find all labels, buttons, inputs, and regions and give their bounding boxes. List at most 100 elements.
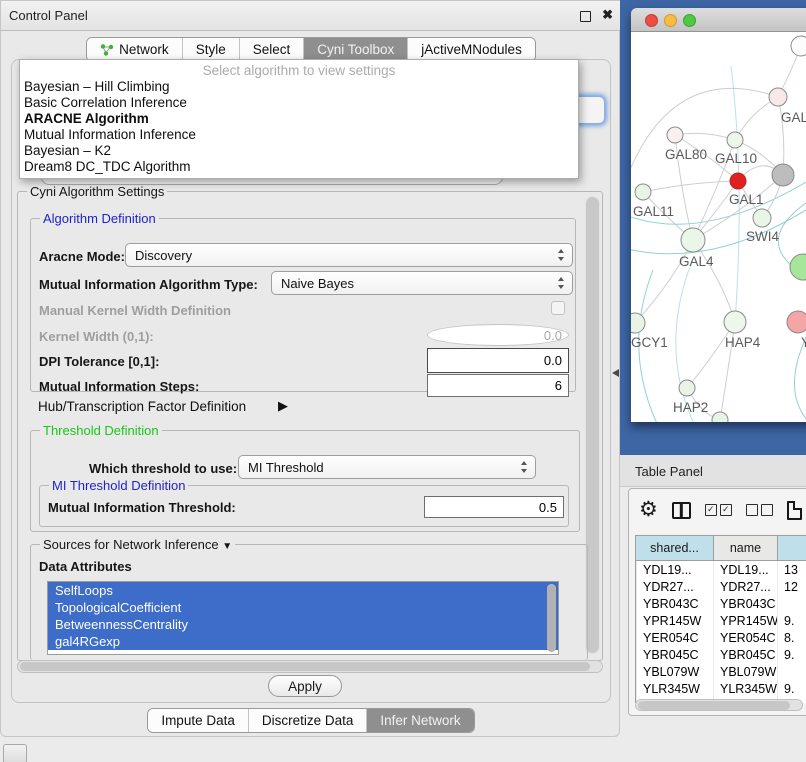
network-node-gal[interactable] xyxy=(769,88,787,106)
attribute-item-selected[interactable]: TopologicalCoefficient xyxy=(48,599,558,616)
node-table: shared... name A YDL19...YDL19...13 YDR2… xyxy=(635,535,806,703)
deselect-all-icon[interactable] xyxy=(746,504,773,516)
table-horizontal-scrollbar[interactable] xyxy=(635,699,803,711)
which-threshold-combo[interactable]: MI Threshold xyxy=(238,455,536,479)
manual-kernel-checkbox[interactable] xyxy=(551,301,565,315)
network-node[interactable] xyxy=(791,36,806,56)
tab-cyni-toolbox[interactable]: Cyni Toolbox xyxy=(303,38,407,61)
attribute-item-selected[interactable]: BetweennessCentrality xyxy=(48,616,558,633)
table-row[interactable]: YBL079WYBL079W xyxy=(637,663,806,680)
table-row[interactable]: YDL19...YDL19...13 xyxy=(637,561,806,578)
network-node-hap2[interactable] xyxy=(679,380,695,396)
float-panel-icon[interactable] xyxy=(580,11,591,22)
network-node-green[interactable] xyxy=(790,254,806,280)
attribute-list-scrollbar-thumb[interactable] xyxy=(547,584,556,652)
tab-style[interactable]: Style xyxy=(182,38,239,61)
cell-value: 12 xyxy=(778,578,806,595)
collapsed-panel-button[interactable] xyxy=(3,744,27,762)
tab-network-label: Network xyxy=(119,42,169,57)
dropdown-item[interactable]: Bayesian – K2 xyxy=(20,143,578,159)
network-node-gcy1[interactable] xyxy=(631,313,645,333)
table-row[interactable]: YDR27...YDR27...12 xyxy=(637,578,806,595)
table-row[interactable]: YBR045CYBR045C9. xyxy=(637,646,806,663)
cell-shared-name: YPR145W xyxy=(637,612,714,629)
network-node-swi4[interactable] xyxy=(753,209,771,227)
attribute-item-selected[interactable]: SelfLoops xyxy=(48,582,558,599)
close-panel-icon[interactable]: ✖ xyxy=(602,7,613,23)
column-header-partial[interactable]: A xyxy=(778,536,806,561)
cell-shared-name: YBR045C xyxy=(637,646,714,663)
network-node-gal10[interactable] xyxy=(727,132,743,148)
dropdown-item[interactable]: Mutual Information Inference xyxy=(20,127,578,143)
column-header-name[interactable]: name xyxy=(714,536,778,561)
checked-box-icon: ✓ xyxy=(720,504,732,516)
which-threshold-value: MI Threshold xyxy=(248,460,324,475)
hub-definition-toggle[interactable]: Hub/Transcription Factor Definition xyxy=(38,399,246,414)
network-node-pink[interactable] xyxy=(787,311,806,333)
aracne-mode-combo[interactable]: Discovery xyxy=(125,243,573,267)
dropdown-item[interactable]: Bayesian – Hill Climbing xyxy=(20,79,578,95)
node-label: SWI4 xyxy=(746,229,779,244)
gear-icon[interactable]: ⚙ xyxy=(639,499,658,521)
node-label: GAL10 xyxy=(715,151,757,166)
table-row[interactable]: YER054CYER054C8. xyxy=(637,629,806,646)
network-node-hap4[interactable] xyxy=(724,311,746,333)
cell-name: YPR145W xyxy=(714,612,778,629)
sources-collapse-arrow-icon[interactable]: ▼ xyxy=(222,541,232,552)
hub-expand-arrow-icon[interactable]: ▶ xyxy=(278,398,288,414)
network-node-gal1-selected[interactable] xyxy=(730,173,746,189)
attribute-item-selected[interactable]: gal4RGexp xyxy=(48,633,558,650)
tab-impute-data[interactable]: Impute Data xyxy=(148,709,248,732)
window-zoom-button[interactable] xyxy=(683,14,696,27)
apply-button[interactable]: Apply xyxy=(268,675,342,697)
tab-select[interactable]: Select xyxy=(239,38,304,61)
cell-shared-name: YER054C xyxy=(637,629,714,646)
settings-horizontal-scrollbar-thumb[interactable] xyxy=(20,662,590,671)
node-label: GAL1 xyxy=(729,192,764,207)
select-all-icon[interactable]: ✓ ✓ xyxy=(705,504,732,516)
dropdown-item-selected[interactable]: ARACNE Algorithm xyxy=(20,111,578,127)
network-node-gray[interactable] xyxy=(772,164,794,186)
network-node-gal4[interactable] xyxy=(681,228,705,252)
settings-horizontal-scrollbar[interactable] xyxy=(17,660,603,673)
cell-value: 13 xyxy=(778,561,806,578)
table-row[interactable]: YBR043CYBR043C xyxy=(637,595,806,612)
table-row[interactable]: YLR345WYLR345W9. xyxy=(637,680,806,697)
attribute-list-scrollbar[interactable] xyxy=(547,584,556,652)
window-close-button[interactable] xyxy=(645,14,658,27)
tab-infer-network[interactable]: Infer Network xyxy=(366,709,473,732)
column-header-shared-name[interactable]: shared... xyxy=(636,536,714,561)
tab-discretize-data[interactable]: Discretize Data xyxy=(248,709,367,732)
window-minimize-button[interactable] xyxy=(664,14,677,27)
cell-value: 9. xyxy=(778,612,806,629)
network-canvas[interactable]: GAL GAL80 GAL10 GAL1 GAL11 SWI4 GAL4 GCY… xyxy=(631,32,806,422)
dropdown-item[interactable]: Dream8 DC_TDC Algorithm xyxy=(20,159,578,175)
table-horizontal-scrollbar-thumb[interactable] xyxy=(638,701,790,710)
cell-name: YLR345W xyxy=(714,680,778,697)
network-window-titlebar xyxy=(631,8,806,32)
split-columns-icon[interactable] xyxy=(672,502,691,519)
dropdown-item[interactable]: Basic Correlation Inference xyxy=(20,95,578,111)
tab-cyni-toolbox-label: Cyni Toolbox xyxy=(317,42,394,57)
mi-threshold-group-title: MI Threshold Definition xyxy=(49,478,188,493)
aracne-mode-label: Aracne Mode: xyxy=(39,249,125,264)
mi-type-combo[interactable]: Naive Bayes xyxy=(271,271,573,295)
threshold-definition-title: Threshold Definition xyxy=(40,423,162,438)
network-node-bottom[interactable] xyxy=(712,412,728,422)
algorithm-definition-group: Algorithm Definition Aracne Mode: Discov… xyxy=(30,218,576,392)
table-row[interactable]: YPR145WYPR145W9. xyxy=(637,612,806,629)
network-node-gal11[interactable] xyxy=(635,184,651,200)
dpi-tolerance-field[interactable]: 0.0 xyxy=(427,348,569,373)
mi-threshold-field[interactable]: 0.5 xyxy=(424,496,564,518)
dropdown-placeholder: Select algorithm to view settings xyxy=(20,62,578,79)
tab-network[interactable]: Network xyxy=(87,38,182,61)
page-icon[interactable] xyxy=(787,501,802,520)
unchecked-box-icon xyxy=(746,504,758,516)
kernel-width-field[interactable]: 0.0 xyxy=(427,324,569,346)
tab-jactivemnodules[interactable]: jActiveMNodules xyxy=(407,38,535,61)
node-label: GCY1 xyxy=(631,335,668,350)
network-node-gal80[interactable] xyxy=(667,127,683,143)
mi-steps-field[interactable]: 6 xyxy=(427,374,569,397)
control-panel: Control Panel ✖ Network Styl xyxy=(0,0,620,737)
cell-value: 9. xyxy=(778,680,806,697)
